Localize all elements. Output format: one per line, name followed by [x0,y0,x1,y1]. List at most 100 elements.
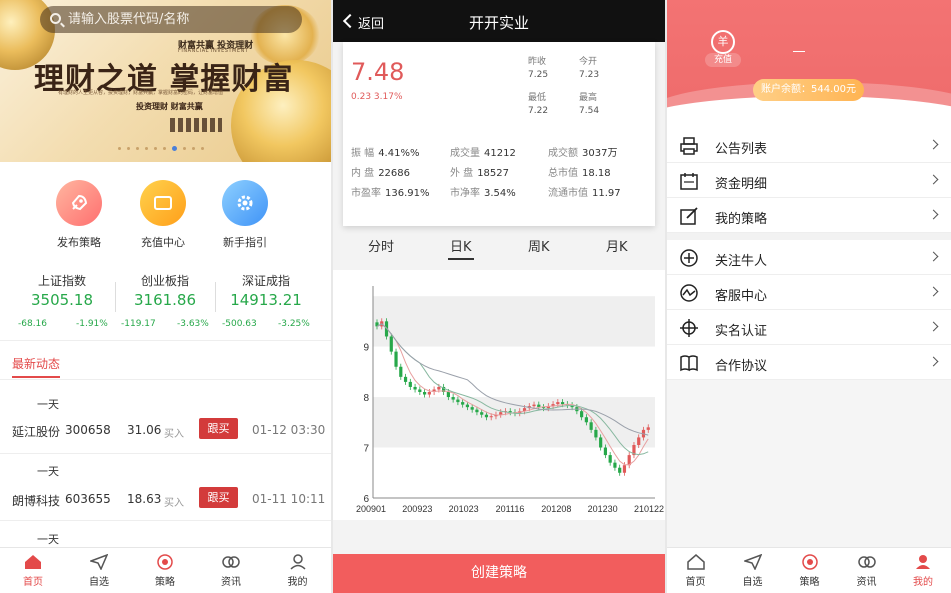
publish-strategy-button[interactable] [56,180,102,226]
bottom-tabbar: 首页 自选 策略 资讯 我的 [0,547,331,593]
kline-svg: 6789200901 200923 201023 201116 201208 201230… [356,286,664,514]
stock-name: 延江股份 [12,425,61,439]
candle-body [422,392,427,395]
link-rings-icon [222,556,240,568]
tab-daily-k[interactable]: 日K [448,236,474,260]
index-name: 上证指数 [37,274,86,288]
grid-band [373,296,655,347]
follow-buy-button[interactable]: 跟买 [199,487,238,508]
price-change: 0.23 3.17% [351,92,403,102]
search-input[interactable]: 请输入股票代码/名称 [40,6,302,33]
candle-body [489,416,493,418]
candle-body [394,351,398,367]
index-chinext[interactable]: 创业板指 3161.86 [113,272,217,309]
create-strategy-button[interactable]: 创建策略 [333,554,665,593]
trade-row[interactable]: 朗博科技 603655 18.63 买入 跟买 01-11 10:11 [0,487,331,511]
period-tabs: 分时 日K 周K 月K [333,236,665,260]
avatar[interactable]: 羊 [711,30,735,54]
menu-label: 我的策略 [715,212,768,227]
menu-real-name-auth[interactable]: 实名认证 [667,310,951,345]
trade-row[interactable]: 延江股份 300658 31.06 买入 跟买 01-12 03:30 [0,418,331,442]
user-icon [916,555,930,569]
tab-intraday[interactable]: 分时 [368,236,394,255]
candle-body [594,429,598,438]
grid-band [373,286,655,297]
rocket-icon [71,194,88,211]
gear-icon [237,195,253,211]
y-tick-label: 9 [363,343,369,354]
candle-body [580,411,584,418]
trade-action: 买入 [164,498,184,509]
index-value: 3505.18 [30,291,94,309]
candle-body [437,386,441,390]
candle-body [408,381,412,387]
tab-strategy[interactable]: 策略 [781,548,838,593]
crosshair-icon [680,319,698,337]
menu-my-strategy[interactable]: 我的策略 [667,198,951,233]
stat-inner: 内 盘 22686 [351,168,410,179]
menu-follow-experts[interactable]: 关注牛人 [667,240,951,275]
stat-pe: 市盈率 136.91% [351,188,430,199]
recharge-button[interactable]: 充值 [705,53,741,67]
candle-body [556,402,560,405]
stock-name: 朗博科技 [12,494,61,508]
carousel-dots[interactable] [118,146,204,151]
candle-body [451,397,455,400]
follow-buy-button[interactable]: 跟买 [199,418,238,439]
tab-news[interactable]: 资讯 [838,548,895,593]
banner-tagline: 投资理财 财富共赢 [136,102,203,111]
candle-body [461,402,465,405]
x-tick-label: 200923 [402,504,432,514]
menu-cooperation-agreement[interactable]: 合作协议 [667,345,951,380]
menu-label: 资金明细 [715,177,768,192]
tab-mine[interactable]: 我的 [264,548,331,593]
tab-monthly-k[interactable]: 月K [606,236,628,255]
trade-price: 31.06 [127,423,162,437]
latest-news-title[interactable]: 最新动态 [12,355,60,372]
menu-fund-details[interactable]: 资金明细 [667,163,951,198]
menu-label: 客服中心 [715,289,768,304]
account-header: 羊 充值 账户余额：544.00元 [667,0,951,122]
candle-body [618,467,622,473]
page-title: 开开实业 [468,14,529,32]
y-tick-label: 8 [363,393,369,404]
tab-label: 策略 [799,577,820,588]
chevron-right-icon [928,139,939,150]
tab-watchlist[interactable]: 自选 [724,548,781,593]
candle-body [475,409,479,413]
candle-body [413,386,417,390]
index-shenzhen[interactable]: 深证成指 14913.21 [214,272,318,309]
x-tick-label: 201023 [449,504,479,514]
banner-stripe-decoration [170,118,222,132]
stock-code: 300658 [65,423,111,437]
y-tick-label: 7 [363,444,369,455]
tab-mine[interactable]: 我的 [895,548,951,593]
index-value: 3161.86 [133,291,197,309]
kline-chart[interactable]: 6 7 8 9 200901 200923 201023 201116 201208 201230… [333,270,665,520]
newbie-guide-button[interactable] [222,180,268,226]
tab-watchlist[interactable]: 自选 [66,548,132,593]
candle-body [646,427,650,430]
tab-label: 资讯 [856,577,877,588]
tab-weekly-k[interactable]: 周K [528,236,550,255]
menu-customer-service[interactable]: 客服中心 [667,275,951,310]
paper-plane-icon [743,554,762,570]
stat-amplitude: 振 幅 4.41%% [351,148,420,159]
index-pct: -1.91% [76,319,108,329]
candle-body [470,407,474,410]
tab-strategy[interactable]: 策略 [132,548,198,593]
recharge-center-button[interactable] [140,180,186,226]
tab-news[interactable]: 资讯 [198,548,264,593]
menu-announcements[interactable]: 公告列表 [667,128,951,163]
candle-body [403,376,408,382]
home-icon [25,555,41,569]
tab-home[interactable]: 首页 [667,548,724,593]
promo-banner[interactable]: 请输入股票代码/名称 财富共赢 投资理财 FINANCIAL INVESTMEN… [0,0,331,162]
menu-label: 实名认证 [715,324,768,339]
tab-label: 资讯 [221,577,241,588]
index-shanghai[interactable]: 上证指数 3505.18 [10,272,114,309]
top-navbar: 返回 开开实业 [333,0,665,42]
tab-home[interactable]: 首页 [0,548,66,593]
calendar-icon [680,173,698,190]
candle-body [599,437,603,448]
